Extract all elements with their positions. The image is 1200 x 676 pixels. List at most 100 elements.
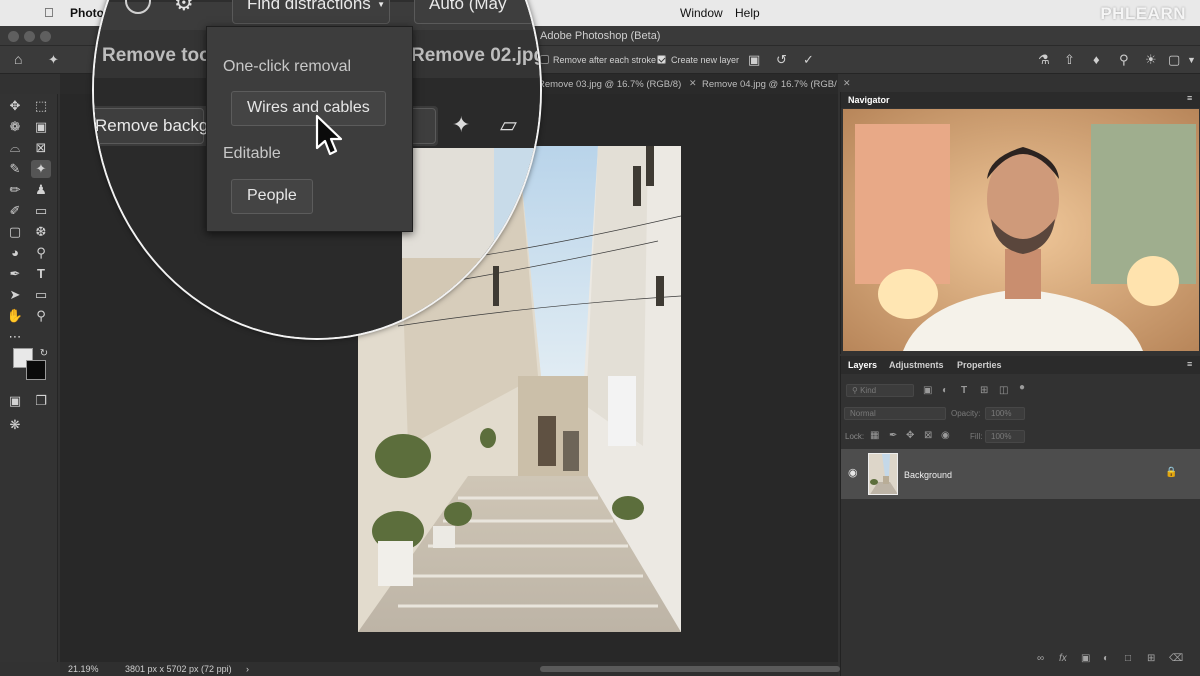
zoom-tool-icon[interactable]: ⚲: [31, 307, 51, 325]
auto-mode-dropdown[interactable]: Auto (May: [414, 0, 540, 24]
shape-filter-icon[interactable]: ⊞: [980, 385, 988, 396]
magic-wand-icon[interactable]: ✦: [452, 112, 470, 138]
type-filter-icon[interactable]: T: [961, 385, 967, 396]
dodge-icon[interactable]: ◕: [5, 244, 25, 262]
layer-row-background[interactable]: ◉ Background 🔒: [841, 449, 1200, 499]
panel-menu-icon[interactable]: ≡: [1187, 359, 1192, 369]
frame-tool-icon[interactable]: ⊠: [31, 139, 51, 157]
remove-after-each-stroke-checkbox[interactable]: [540, 55, 549, 64]
blend-mode-select[interactable]: Normal: [844, 407, 946, 420]
close-tab-icon[interactable]: ✕: [843, 78, 851, 89]
filter-toggle-icon[interactable]: ●: [1019, 382, 1025, 393]
share-icon[interactable]: ⇧: [1064, 52, 1075, 68]
lock-image-icon[interactable]: ✒: [889, 430, 897, 441]
layer-filter-kind[interactable]: ⚲ Kind: [846, 384, 914, 397]
layer-effects-icon[interactable]: fx: [1059, 653, 1067, 664]
close-window-button[interactable]: [8, 31, 19, 42]
history-brush-icon[interactable]: ✐: [5, 202, 25, 220]
transform-icon[interactable]: ▱: [500, 112, 517, 138]
smudge-icon[interactable]: ⚲: [31, 244, 51, 262]
trash-icon[interactable]: ⌫: [1169, 653, 1183, 664]
gear-icon[interactable]: ⚙: [174, 0, 194, 16]
zoom-level[interactable]: 21.19%: [68, 664, 99, 674]
object-selection-icon[interactable]: ❁: [5, 118, 25, 136]
new-layer-icon[interactable]: ⊞: [1147, 653, 1155, 664]
bell-icon[interactable]: ♦: [1093, 52, 1100, 67]
workspace-icon[interactable]: ▢: [1168, 52, 1180, 68]
crop-select-icon[interactable]: ▣: [31, 118, 51, 136]
stamp-icon[interactable]: ♟: [31, 181, 51, 199]
generative-icon[interactable]: ❋: [5, 416, 25, 434]
marquee-tool-icon[interactable]: ⬚: [31, 97, 51, 115]
navigator-preview[interactable]: [843, 109, 1199, 351]
pixel-filter-icon[interactable]: ▣: [923, 385, 932, 396]
fill-label: Fill:: [970, 432, 983, 441]
find-distractions-dropdown[interactable]: Find distractions ▼: [232, 0, 390, 24]
blur-icon[interactable]: ❆: [31, 223, 51, 241]
flask-icon[interactable]: ⚗: [1038, 52, 1050, 68]
link-layers-icon[interactable]: ∞: [1037, 653, 1044, 664]
tab-navigator[interactable]: Navigator: [848, 95, 890, 105]
menu-window[interactable]: Window: [680, 6, 723, 20]
remove-background-button[interactable]: Remove backgr: [94, 108, 214, 144]
type-tool-icon[interactable]: T: [31, 265, 51, 283]
adjustment-layer-icon[interactable]: ◐: [1103, 653, 1109, 664]
home-icon[interactable]: ⌂: [14, 51, 22, 67]
eraser-icon[interactable]: ▭: [31, 202, 51, 220]
lock-position-icon[interactable]: ✥: [906, 430, 914, 441]
remove-tool-active-icon[interactable]: ✦: [31, 160, 51, 178]
background-color-swatch[interactable]: [26, 360, 46, 380]
quick-mask-icon[interactable]: ▣: [5, 392, 25, 410]
panel-menu-icon[interactable]: ≡: [1187, 93, 1192, 103]
lock-artboard-icon[interactable]: ⊠: [924, 430, 932, 441]
minimize-window-button[interactable]: [24, 31, 35, 42]
smart-object-filter-icon[interactable]: ◫: [999, 385, 1008, 396]
chevron-down-icon[interactable]: ▼: [1187, 55, 1196, 65]
document-info: 3801 px x 5702 px (72 ppi): [125, 664, 232, 674]
opacity-label: Opacity:: [951, 409, 981, 418]
commit-check-icon[interactable]: ✓: [803, 52, 814, 68]
lock-all-icon[interactable]: ◉: [941, 430, 950, 441]
wires-and-cables-button[interactable]: Wires and cables: [231, 91, 386, 126]
eyedropper-icon[interactable]: ✎: [5, 160, 25, 178]
layer-name[interactable]: Background: [904, 470, 952, 480]
editable-heading: Editable: [223, 145, 281, 162]
rectangle-tool-icon[interactable]: ▭: [31, 286, 51, 304]
layer-mask-icon[interactable]: ▣: [1081, 653, 1090, 664]
menu-help[interactable]: Help: [735, 6, 760, 20]
opacity-field[interactable]: 100%: [985, 407, 1025, 420]
pen-tool-icon[interactable]: ✒: [5, 265, 25, 283]
tab-layers[interactable]: Layers: [848, 360, 877, 370]
path-selection-icon[interactable]: ➤: [5, 286, 25, 304]
tab-properties[interactable]: Properties: [957, 360, 1002, 370]
chevron-right-icon[interactable]: ›: [246, 664, 249, 674]
tab-remove-03[interactable]: Remove 03.jpg @ 16.7% (RGB/8): [538, 79, 681, 90]
tab-adjustments[interactable]: Adjustments: [889, 360, 944, 370]
gradient-icon[interactable]: ▢: [5, 223, 25, 241]
undo-icon[interactable]: ↺: [776, 52, 787, 68]
feedback-icon[interactable]: ▣: [748, 52, 760, 68]
swap-colors-icon[interactable]: ↻: [34, 345, 54, 363]
tab-remove-04[interactable]: Remove 04.jpg @ 16.7% (RGB/: [702, 79, 837, 90]
screen-mode-icon[interactable]: ❐: [31, 392, 51, 410]
brush-icon[interactable]: ✏: [5, 181, 25, 199]
fill-field[interactable]: 100%: [985, 430, 1025, 443]
move-tool-icon[interactable]: ✥: [5, 97, 25, 115]
apple-icon[interactable]: : [44, 5, 54, 20]
eye-visibility-icon[interactable]: ◉: [848, 466, 858, 479]
hand-tool-icon[interactable]: ✋: [5, 307, 25, 325]
adjustment-filter-icon[interactable]: ◐: [942, 385, 948, 396]
lightbulb-icon[interactable]: ☀: [1145, 52, 1157, 68]
more-tools-icon[interactable]: ⋯: [5, 328, 25, 346]
magnified-file-tab[interactable]: Remove 02.jpg @: [411, 45, 540, 67]
close-tab-icon[interactable]: ✕: [689, 78, 697, 89]
people-button[interactable]: People: [231, 179, 313, 214]
zoom-window-button[interactable]: [40, 31, 51, 42]
group-folder-icon[interactable]: □: [1125, 653, 1131, 664]
create-new-layer-checkbox[interactable]: [657, 55, 666, 64]
search-icon[interactable]: ⚲: [1119, 52, 1129, 68]
remove-tool-icon[interactable]: ✦: [48, 52, 59, 68]
lock-transparent-icon[interactable]: ▦: [870, 430, 879, 441]
horizontal-scrollbar[interactable]: [540, 666, 840, 672]
crop-tool-icon[interactable]: ⌓: [5, 139, 25, 157]
